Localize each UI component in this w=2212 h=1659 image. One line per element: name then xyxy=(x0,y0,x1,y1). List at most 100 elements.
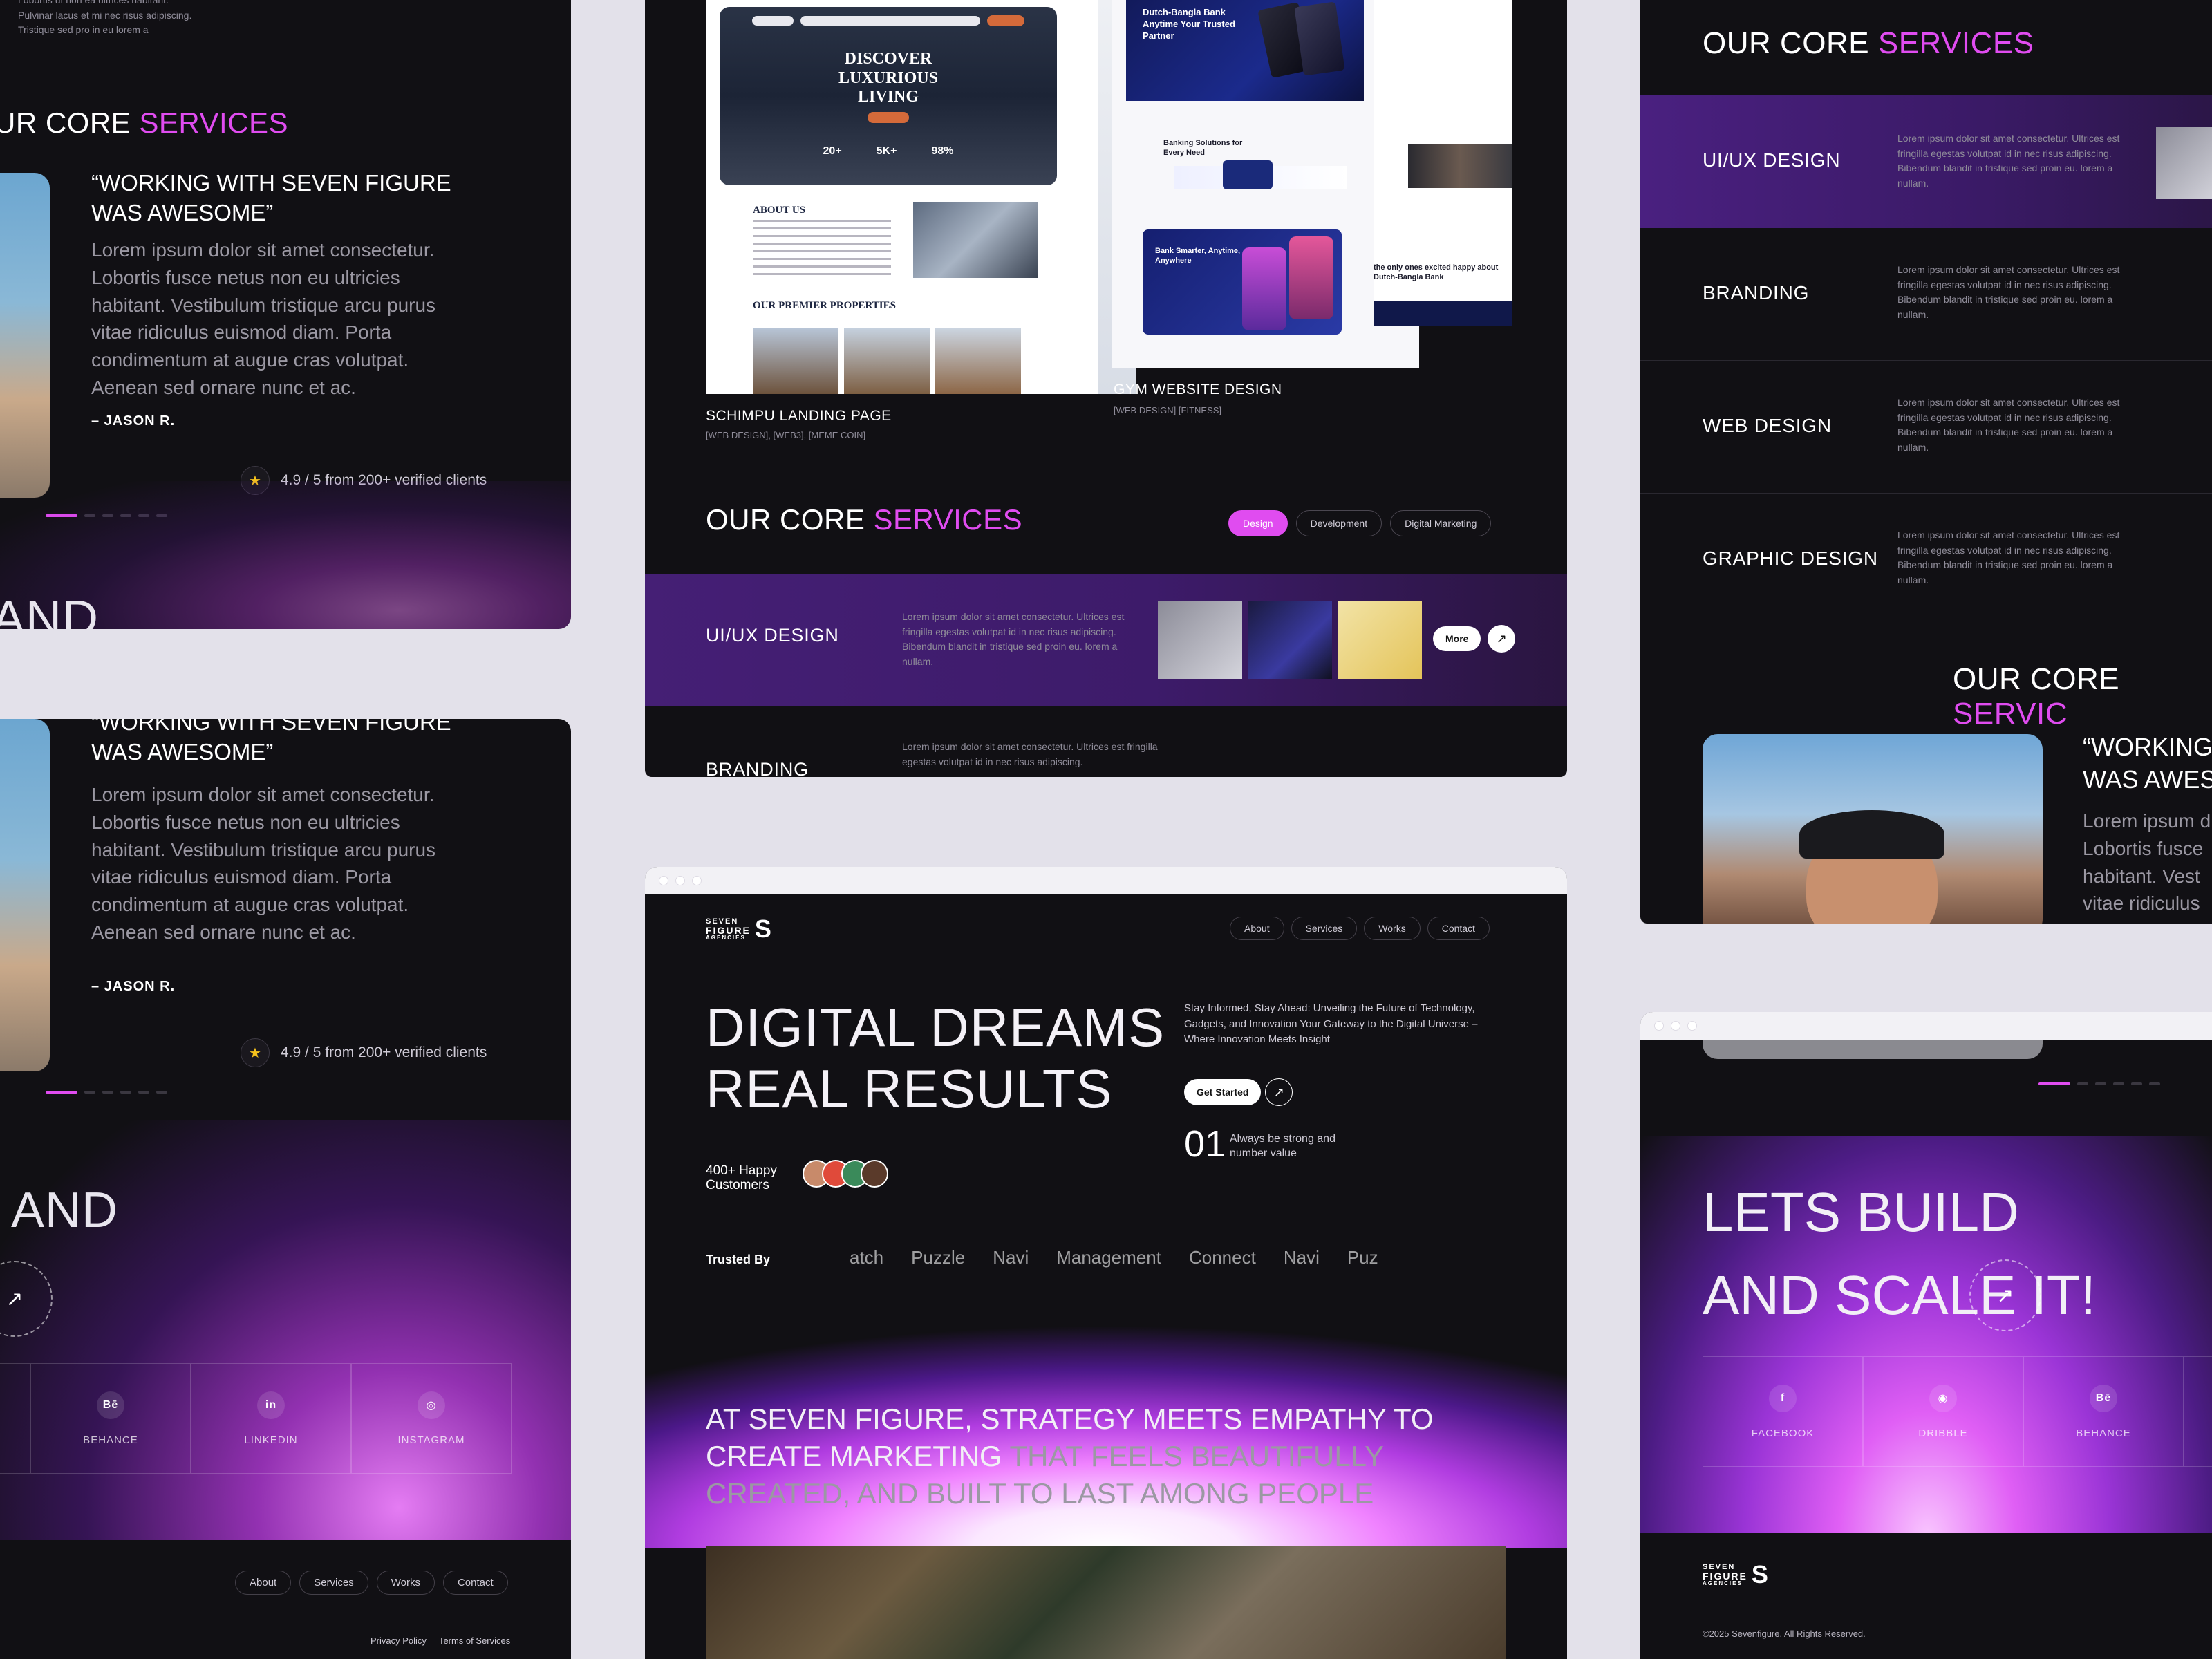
project-tags: [WEB DESIGN], [WEB3], [MEME COIN] xyxy=(706,430,866,440)
more-button[interactable]: More ↗ xyxy=(1433,625,1516,653)
project-title[interactable]: SCHIMPU LANDING PAGE xyxy=(706,408,892,424)
carousel-dot[interactable] xyxy=(2095,1082,2106,1085)
nav-about[interactable]: About xyxy=(1230,917,1284,940)
headline-fragment: AND xyxy=(0,591,100,629)
window-dot-icon[interactable] xyxy=(659,876,668,885)
carousel-dot[interactable] xyxy=(2113,1082,2124,1085)
window-dot-icon[interactable] xyxy=(675,876,685,885)
service-name: GRAPHIC DESIGN xyxy=(1703,547,1878,569)
window-dot-icon[interactable] xyxy=(1671,1021,1680,1031)
tab-digital-marketing[interactable]: Digital Marketing xyxy=(1390,510,1492,536)
nav-works[interactable]: Works xyxy=(1364,917,1421,940)
agency-statement: AT SEVEN FIGURE, STRATEGY MEETS EMPATHY … xyxy=(706,1403,1434,1510)
service-row-active[interactable]: UI/UX DESIGN Lorem ipsum dolor sit amet … xyxy=(1640,95,2212,228)
tab-design[interactable]: Design xyxy=(1228,510,1288,536)
testimonial-photo xyxy=(0,173,50,498)
footer-nav-about[interactable]: About xyxy=(235,1571,292,1595)
service-preview-image xyxy=(1158,601,1242,679)
carousel-dot[interactable] xyxy=(120,1091,131,1094)
more-label: More xyxy=(1433,626,1481,651)
carousel-dot[interactable] xyxy=(2131,1082,2142,1085)
get-started-button[interactable]: Get Started ↗ xyxy=(1184,1078,1293,1106)
carousel-dot[interactable] xyxy=(102,1091,113,1094)
social-link-instagram[interactable]: ◎ INSTAGRAM xyxy=(351,1363,512,1474)
testimonial-body: Lorem ipsum dolor sit amet consectetur. … xyxy=(91,784,436,943)
terms-link[interactable]: Terms of Services xyxy=(439,1635,510,1646)
social-label: BEHANCE xyxy=(2076,1427,2131,1439)
tab-development[interactable]: Development xyxy=(1295,510,1382,536)
privacy-link[interactable]: Privacy Policy xyxy=(371,1635,427,1646)
social-cell-partial[interactable] xyxy=(2184,1356,2212,1467)
logo[interactable]: SEVEN FIGURE AGENCIES S xyxy=(706,917,771,941)
services-list-panel: OUR CORE SERVICES UI/UX DESIGN Lorem ips… xyxy=(1640,0,2212,924)
carousel-dot[interactable] xyxy=(46,1091,77,1094)
section-title: OUR CORE SERVIC xyxy=(1953,662,2120,731)
social-link-behance[interactable]: Bē BEHANCE xyxy=(2023,1356,2184,1467)
footer-cta-panel: LETS BUILD AND SCALE IT! ↗ f FACEBOOK ◉ … xyxy=(1640,1012,2212,1659)
social-link-facebook[interactable]: f FACEBOOK xyxy=(1703,1356,1863,1467)
rating-text: 4.9 / 5 from 200+ verified clients xyxy=(281,1044,487,1060)
social-label: FACEBOOK xyxy=(1751,1427,1815,1439)
carousel-dots[interactable] xyxy=(46,1091,167,1094)
nav-contact[interactable]: Contact xyxy=(1427,917,1490,940)
social-label: BEHANCE xyxy=(83,1434,138,1446)
trusted-by-label: Trusted By xyxy=(706,1253,771,1266)
service-description: Lorem ipsum dolor sit amet consectetur. … xyxy=(1897,397,2120,453)
window-dot-icon[interactable] xyxy=(1687,1021,1697,1031)
brand-logo: Navi xyxy=(1283,1247,1320,1268)
brand-logo: Puz xyxy=(1347,1247,1378,1268)
brand-logo: atch xyxy=(850,1247,884,1268)
project-thumbnail-schimpu[interactable]: DISCOVER LUXURIOUS LIVING 20+ 5K+ 98% ABOU… xyxy=(706,0,1098,394)
carousel-dot[interactable] xyxy=(138,1091,149,1094)
testimonial-photo xyxy=(1703,1040,2043,1059)
instagram-icon: ◎ xyxy=(418,1391,445,1419)
carousel-dot[interactable] xyxy=(2149,1082,2160,1085)
service-row[interactable]: WEB DESIGN Lorem ipsum dolor sit amet co… xyxy=(1640,361,2212,494)
arrow-badge-icon[interactable]: ↗ xyxy=(1969,1259,2041,1331)
carousel-dot[interactable] xyxy=(84,1091,95,1094)
service-name: WEB DESIGN xyxy=(1703,415,1832,436)
section-title: UR CORE SERVICES xyxy=(0,106,288,139)
service-name[interactable]: BRANDING xyxy=(706,759,809,777)
main-nav: About Services Works Contact xyxy=(1230,917,1490,940)
carousel-dots[interactable] xyxy=(2038,1082,2160,1085)
project-title[interactable]: GYM WEBSITE DESIGN xyxy=(1114,382,1282,398)
section-title: OUR CORE SERVICES xyxy=(1703,26,2034,60)
stat-text: Always be strong and number value xyxy=(1230,1133,1335,1159)
customer-avatars xyxy=(803,1160,888,1188)
browser-chrome xyxy=(1640,1012,2212,1040)
service-description: Lorem ipsum dolor sit amet consectetur. … xyxy=(1897,529,2120,586)
carousel-dot[interactable] xyxy=(2038,1082,2070,1085)
window-dot-icon[interactable] xyxy=(692,876,702,885)
carousel-dot[interactable] xyxy=(156,1091,167,1094)
logo-mark-icon: S xyxy=(754,915,771,943)
service-name: UI/UX DESIGN xyxy=(1703,149,1841,171)
window-dot-icon[interactable] xyxy=(1654,1021,1664,1031)
service-row-active[interactable]: UI/UX DESIGN Lorem ipsum dolor sit amet … xyxy=(645,574,1567,706)
social-label: INSTAGRAM xyxy=(397,1434,465,1446)
headline-fragment: AND xyxy=(11,1183,119,1238)
nav-services[interactable]: Services xyxy=(1291,917,1358,940)
avatar xyxy=(861,1160,888,1188)
footer-nav-works[interactable]: Works xyxy=(376,1571,435,1595)
thumbnail-photo xyxy=(913,202,1038,278)
service-row[interactable]: BRANDING Lorem ipsum dolor sit amet cons… xyxy=(1640,228,2212,361)
social-link-dribbble[interactable]: ◉ DRIBBLE xyxy=(1863,1356,2023,1467)
portfolio-services-panel: DISCOVER LUXURIOUS LIVING 20+ 5K+ 98% ABOU… xyxy=(645,0,1567,777)
testimonial-author: – JASON R. xyxy=(91,413,176,429)
social-cell-partial[interactable] xyxy=(0,1363,30,1474)
social-link-behance[interactable]: Bē BEHANCE xyxy=(30,1363,191,1474)
social-link-linkedin[interactable]: in LINKEDIN xyxy=(191,1363,351,1474)
footer-nav-services[interactable]: Services xyxy=(299,1571,368,1595)
section-title: OUR CORE SERVICES xyxy=(706,503,1023,536)
footer-nav-contact[interactable]: Contact xyxy=(442,1571,508,1595)
project-tags: [WEB DESIGN] [FITNESS] xyxy=(1114,405,1222,415)
dribbble-icon: ◉ xyxy=(1929,1384,1957,1412)
testimonial-photo xyxy=(1703,734,2043,924)
facebook-icon: f xyxy=(1769,1384,1797,1412)
testimonial-quote: “WORKING WAS AWES xyxy=(2083,733,2212,794)
logo[interactable]: SEVEN FIGURE AGENCIES S xyxy=(1703,1562,1768,1587)
carousel-dot[interactable] xyxy=(2077,1082,2088,1085)
service-row[interactable]: GRAPHIC DESIGN Lorem ipsum dolor sit ame… xyxy=(1640,494,2212,626)
brand-logo: Navi xyxy=(993,1247,1029,1268)
